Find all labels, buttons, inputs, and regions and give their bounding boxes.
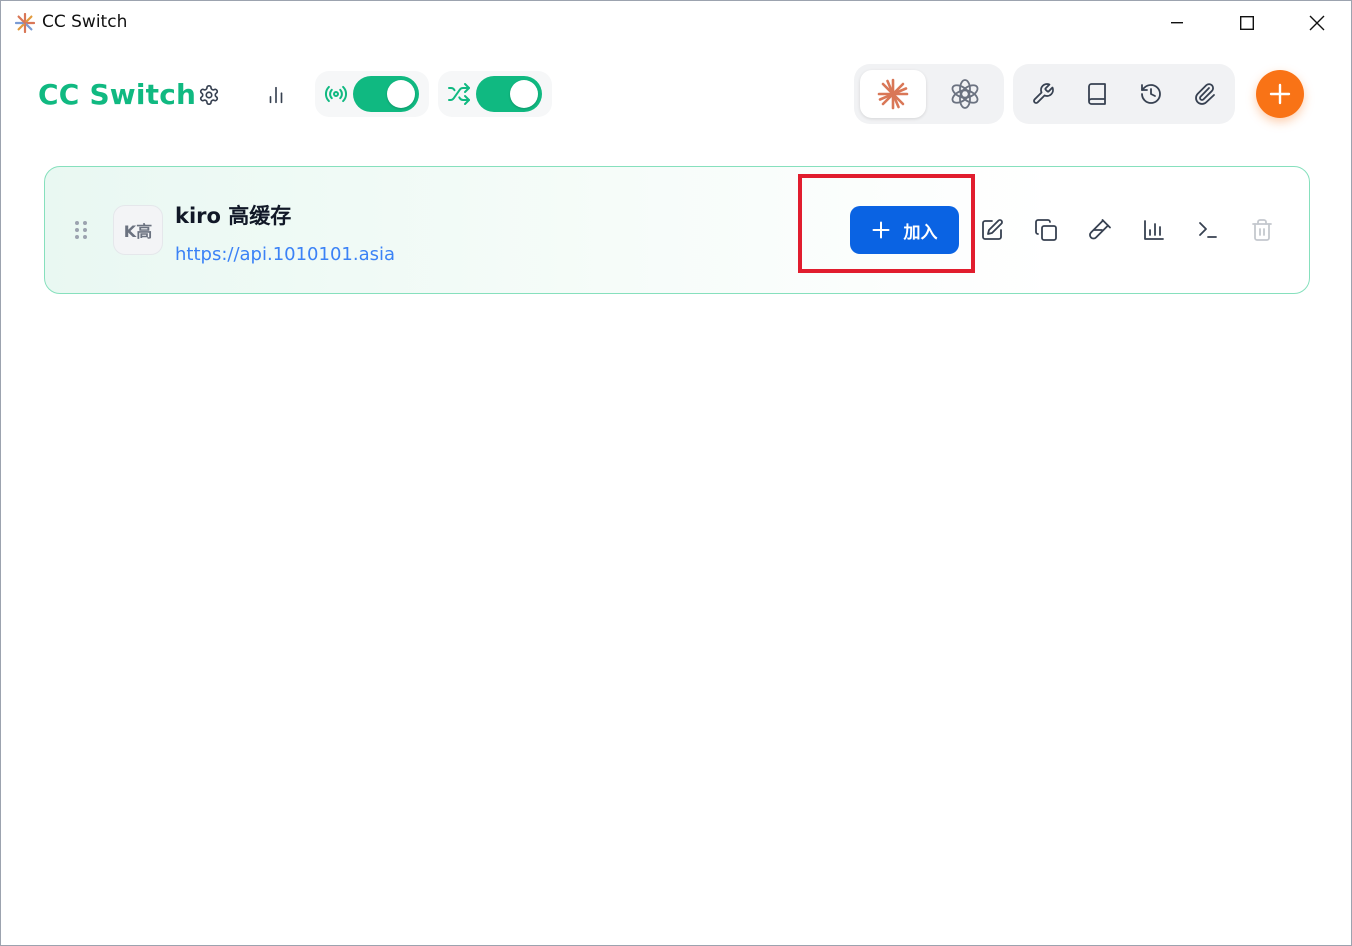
terminal-icon [1199, 222, 1217, 238]
plus-icon [1269, 83, 1291, 105]
provider-avatar: K高 [113, 205, 163, 255]
join-button[interactable]: 加入 [850, 206, 959, 254]
join-button-label: 加入 [903, 222, 938, 243]
proxy-switch[interactable] [353, 76, 419, 112]
title-bar: CC Switch [1, 1, 1351, 45]
test-icon [1089, 219, 1111, 240]
minimize-icon [1171, 22, 1183, 24]
maximize-icon [1240, 16, 1254, 30]
failover-switch[interactable] [476, 76, 542, 112]
terminal-button[interactable] [1192, 214, 1224, 246]
failover-toggle-group [438, 71, 552, 117]
tools-button[interactable] [1025, 76, 1061, 112]
gear-icon [199, 85, 219, 105]
edit-icon [982, 219, 1003, 240]
book-icon [1088, 83, 1106, 105]
usage-button[interactable] [1138, 214, 1170, 246]
minimize-button[interactable] [1142, 1, 1212, 45]
shuffle-icon [446, 81, 472, 107]
wrench-icon [1033, 83, 1054, 104]
usage-chart-icon [1144, 220, 1164, 240]
docs-button[interactable] [1079, 76, 1115, 112]
tab-codex[interactable] [932, 70, 998, 118]
broadcast-icon [323, 81, 349, 107]
app-switcher [854, 64, 1004, 124]
app-brand: CC Switch [38, 78, 197, 111]
add-provider-button[interactable] [1256, 70, 1304, 118]
window-title: CC Switch [42, 12, 128, 32]
switch-knob [387, 80, 415, 108]
trash-icon [1252, 219, 1272, 241]
history-icon [1141, 84, 1161, 104]
delete-button[interactable] [1246, 214, 1278, 246]
stats-button[interactable] [258, 77, 294, 113]
app-window: CC Switch CC Switch K高 kiro 高缓存 https://… [0, 0, 1352, 946]
attachments-button[interactable] [1187, 76, 1223, 112]
settings-button[interactable] [191, 77, 227, 113]
plus-icon [872, 221, 889, 239]
paperclip-icon [1195, 83, 1215, 105]
proxy-toggle-group [315, 71, 429, 117]
close-button[interactable] [1282, 1, 1352, 45]
close-icon [1309, 15, 1325, 31]
bar-chart-icon [269, 86, 283, 104]
maximize-button[interactable] [1212, 1, 1282, 45]
duplicate-button[interactable] [1030, 214, 1062, 246]
copy-icon [1035, 219, 1057, 241]
tool-group [1013, 64, 1235, 124]
tab-claude[interactable] [860, 70, 926, 118]
claude-sunburst-icon [14, 12, 36, 34]
provider-card[interactable]: K高 kiro 高缓存 https://api.1010101.asia 加入 [44, 166, 1310, 294]
drag-handle-icon[interactable] [73, 219, 89, 241]
openai-icon [951, 79, 979, 109]
provider-url-link[interactable]: https://api.1010101.asia [175, 244, 395, 265]
provider-name: kiro 高缓存 [175, 204, 292, 228]
edit-button[interactable] [976, 214, 1008, 246]
switch-knob [510, 80, 538, 108]
history-button[interactable] [1133, 76, 1169, 112]
test-button[interactable] [1084, 214, 1116, 246]
claude-icon [877, 78, 909, 110]
